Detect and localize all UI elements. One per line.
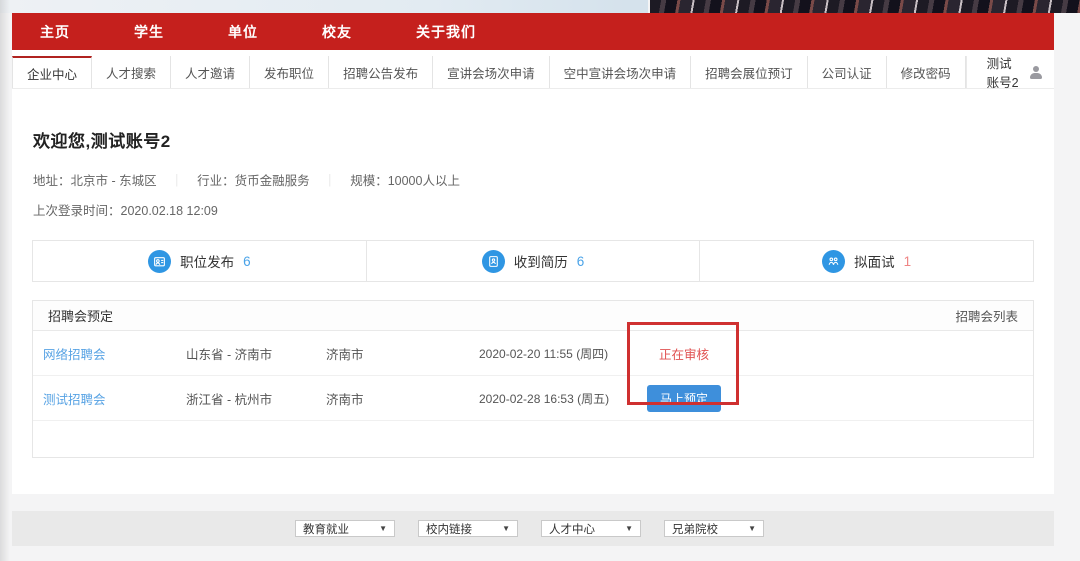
dropdown-campus-links[interactable]: 校内链接 ▼: [418, 520, 518, 537]
resume-icon: [482, 250, 505, 273]
banner-image: [0, 0, 1080, 13]
fair-status-cell: 马上预定: [624, 385, 744, 412]
job-post-icon: [148, 250, 171, 273]
fair-time-cell: 2020-02-20 11:55 (周四): [479, 345, 624, 362]
last-login-line: 上次登录时间：2020.02.18 12:09: [33, 200, 1034, 219]
left-edge-shadow: [0, 0, 10, 561]
dropdown-education-employment[interactable]: 教育就业 ▼: [295, 520, 395, 537]
industry-value: 货币金融服务: [235, 170, 310, 189]
nav-item-about[interactable]: 关于我们: [416, 22, 476, 42]
stat-label: 拟面试: [854, 251, 895, 271]
last-login-value: 2020.02.18 12:09: [121, 204, 218, 218]
stat-value: 1: [904, 254, 912, 269]
company-info-line: 地址：北京市 - 东城区 ｜ 行业：货币金融服务 ｜ 规模：10000人以上: [33, 170, 1034, 189]
chevron-down-icon: ▼: [502, 524, 510, 533]
job-fair-card-header: 招聘会预定 招聘会列表: [33, 301, 1033, 331]
table-row: 网络招聘会 山东省 - 济南市 济南市 2020-02-20 11:55 (周四…: [33, 331, 1033, 376]
user-icon: [1030, 66, 1038, 79]
tab-post-job[interactable]: 发布职位: [250, 56, 329, 88]
account-name: 测试账号2: [987, 53, 1024, 91]
scale-value: 10000人以上: [388, 170, 460, 189]
job-fair-booking-card: 招聘会预定 招聘会列表 网络招聘会 山东省 - 济南市 济南市 2020-02-…: [32, 300, 1034, 458]
tab-talent-invite[interactable]: 人才邀请: [171, 56, 250, 88]
status-under-review: 正在审核: [659, 344, 709, 363]
page: 主页 学生 单位 校友 关于我们 企业中心 人才搜索 人才邀请 发布职位 招聘公…: [0, 0, 1080, 561]
nav-item-alumni[interactable]: 校友: [322, 22, 352, 42]
fair-city-cell: 济南市: [326, 389, 479, 408]
job-fair-card-title: 招聘会预定: [48, 306, 113, 325]
fair-name-link[interactable]: 网络招聘会: [43, 348, 106, 362]
stat-label: 收到简历: [514, 251, 568, 271]
address-value: 北京市 - 东城区: [71, 170, 157, 189]
table-row: 测试招聘会 浙江省 - 杭州市 济南市 2020-02-28 16:53 (周五…: [33, 376, 1033, 421]
stat-resumes-received[interactable]: 收到简历 6: [366, 241, 700, 281]
tab-change-password[interactable]: 修改密码: [887, 56, 966, 88]
welcome-section: 欢迎您,测试账号2 地址：北京市 - 东城区 ｜ 行业：货币金融服务 ｜ 规模：…: [12, 89, 1054, 219]
tab-booth-booking[interactable]: 招聘会展位预订: [691, 56, 808, 88]
tab-recruit-announcement[interactable]: 招聘公告发布: [329, 56, 433, 88]
footer-links-band: 教育就业 ▼ 校内链接 ▼ 人才中心 ▼ 兄弟院校 ▼: [12, 511, 1054, 546]
fair-region-cell: 浙江省 - 杭州市: [186, 389, 326, 408]
industry-label: 行业：: [197, 170, 235, 189]
last-login-label: 上次登录时间：: [33, 204, 121, 218]
nav-item-students[interactable]: 学生: [134, 22, 164, 42]
tab-online-info-session-apply[interactable]: 空中宣讲会场次申请: [550, 56, 692, 88]
banner-crowd-photo: [650, 0, 1080, 13]
scale-label: 规模：: [350, 170, 388, 189]
interview-icon: [822, 250, 845, 273]
content-card: 企业中心 人才搜索 人才邀请 发布职位 招聘公告发布 宣讲会场次申请 空中宣讲会…: [12, 50, 1054, 494]
stat-value: 6: [243, 254, 251, 269]
dropdown-talent-center[interactable]: 人才中心 ▼: [541, 520, 641, 537]
fair-time-cell: 2020-02-28 16:53 (周五): [479, 390, 624, 407]
stat-label: 职位发布: [180, 251, 234, 271]
dropdown-label: 兄弟院校: [672, 521, 718, 537]
nav-item-home[interactable]: 主页: [40, 22, 70, 42]
account-menu[interactable]: 测试账号2: [966, 56, 1054, 88]
tab-bar: 企业中心 人才搜索 人才邀请 发布职位 招聘公告发布 宣讲会场次申请 空中宣讲会…: [12, 56, 1054, 89]
tab-info-session-apply[interactable]: 宣讲会场次申请: [433, 56, 550, 88]
stats-strip: 职位发布 6 收到简历 6: [32, 240, 1034, 282]
fair-status-cell: 正在审核: [624, 344, 744, 363]
stat-jobs-posted[interactable]: 职位发布 6: [33, 241, 366, 281]
dropdown-sister-schools[interactable]: 兄弟院校 ▼: [664, 520, 764, 537]
job-fair-list-link[interactable]: 招聘会列表: [955, 306, 1018, 325]
fair-city-cell: 济南市: [326, 344, 479, 363]
book-now-button[interactable]: 马上预定: [647, 385, 721, 412]
dropdown-label: 教育就业: [303, 521, 349, 537]
chevron-down-icon: ▼: [748, 524, 756, 533]
chevron-down-icon: ▼: [379, 524, 387, 533]
divider: ｜: [324, 170, 337, 189]
fair-name-cell: 网络招聘会: [43, 344, 186, 363]
chevron-down-icon: ▼: [625, 524, 633, 533]
fair-name-cell: 测试招聘会: [43, 389, 186, 408]
dropdown-label: 校内链接: [426, 521, 472, 537]
main-nav: 主页 学生 单位 校友 关于我们: [12, 13, 1054, 50]
nav-item-employers[interactable]: 单位: [228, 22, 258, 42]
address-label: 地址：: [33, 170, 71, 189]
tab-talent-search[interactable]: 人才搜索: [92, 56, 171, 88]
page-title: 欢迎您,测试账号2: [33, 127, 1034, 152]
fair-region-cell: 山东省 - 济南市: [186, 344, 326, 363]
divider: ｜: [171, 170, 184, 189]
stat-value: 6: [577, 254, 585, 269]
tab-company-verification[interactable]: 公司认证: [808, 56, 887, 88]
dropdown-label: 人才中心: [549, 521, 595, 537]
fair-name-link[interactable]: 测试招聘会: [43, 393, 106, 407]
tab-enterprise-center[interactable]: 企业中心: [12, 56, 92, 88]
stat-planned-interviews[interactable]: 拟面试 1: [699, 241, 1033, 281]
